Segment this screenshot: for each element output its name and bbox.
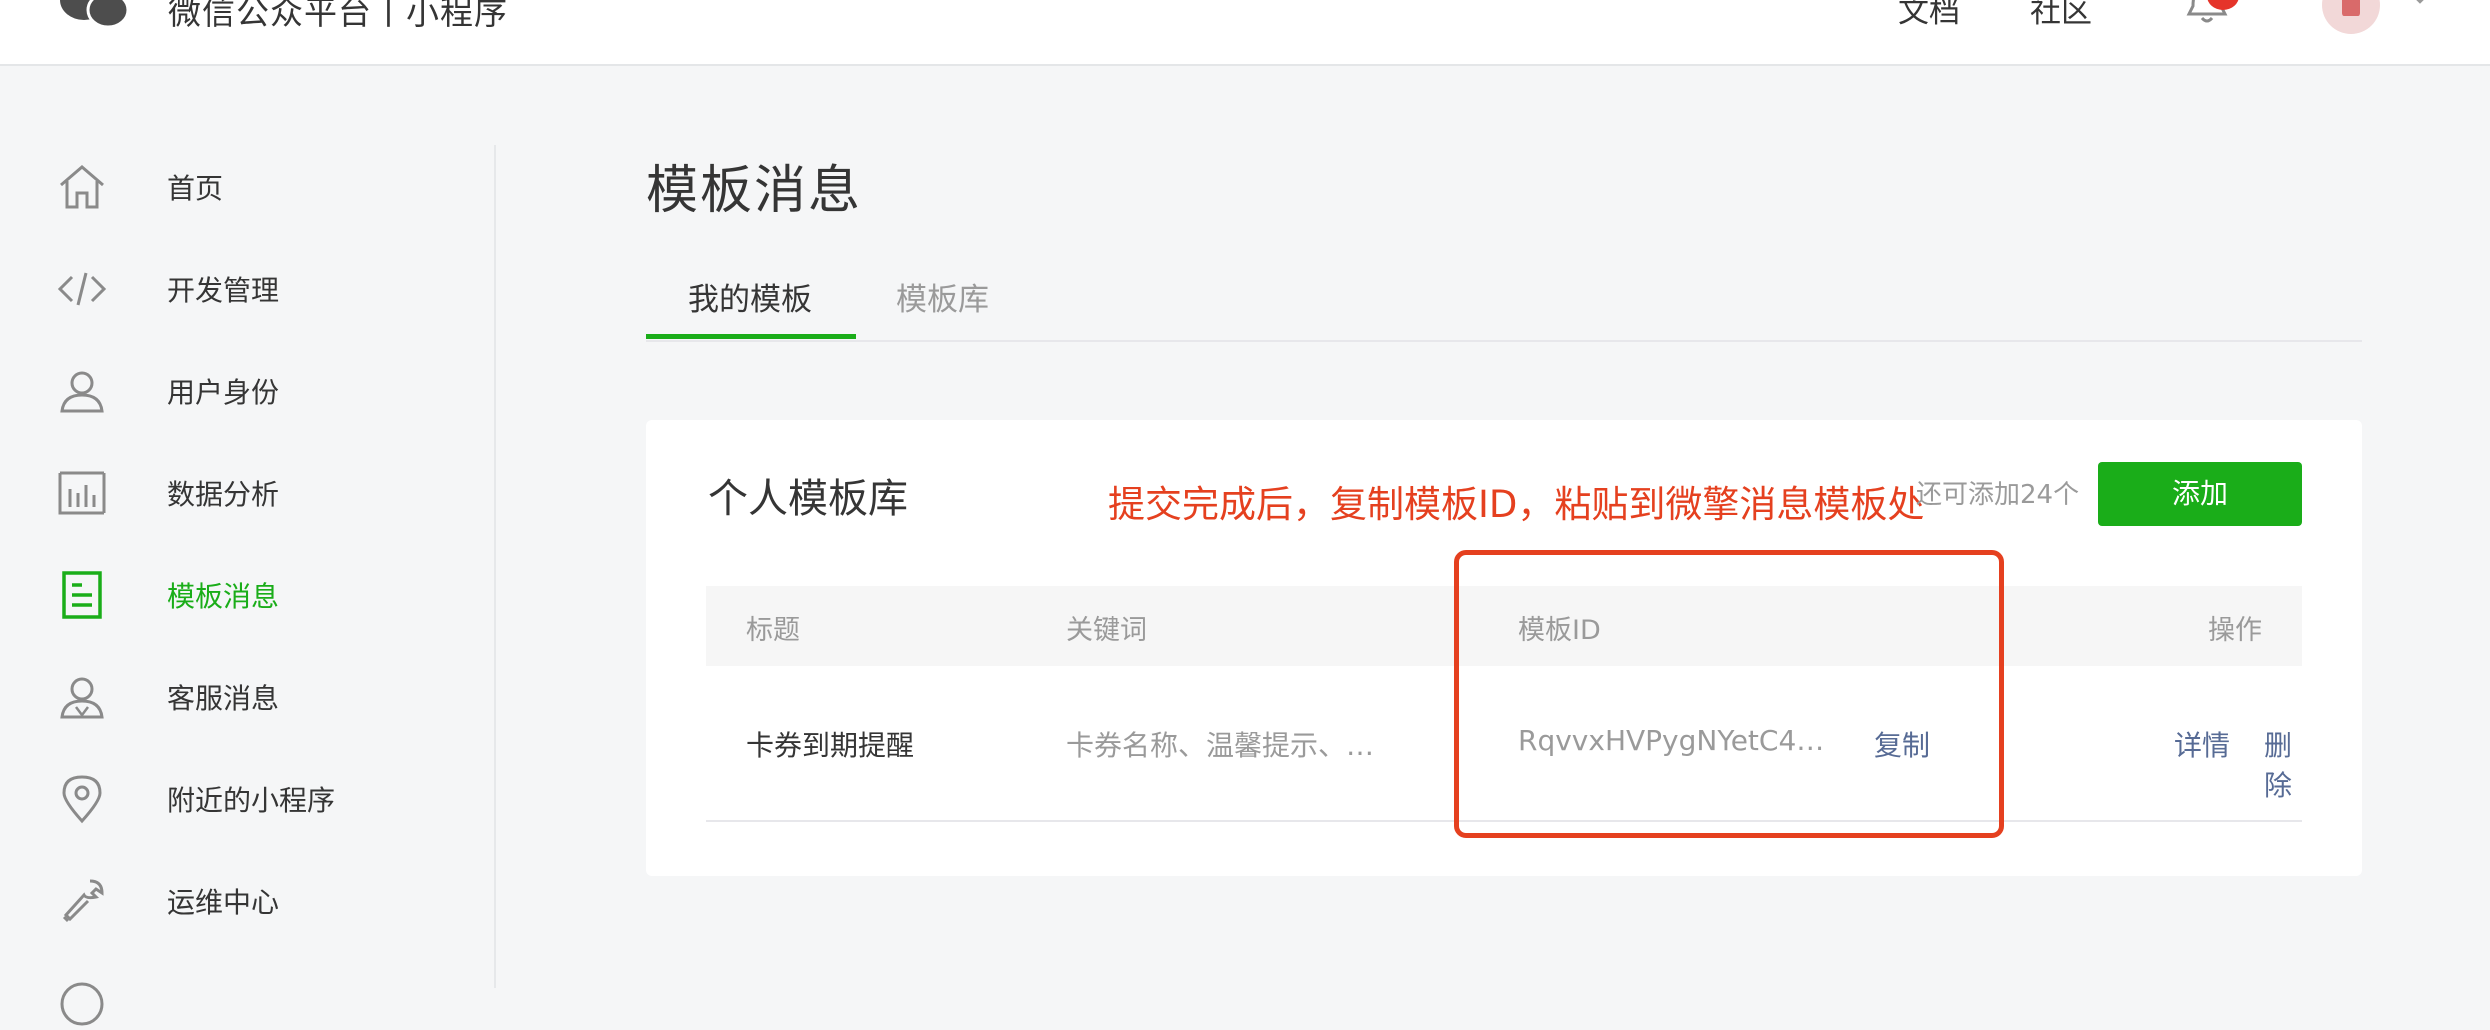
annotation-text: 提交完成后，复制模板ID，粘贴到微擎消息模板处 — [1108, 483, 1925, 526]
wrench-icon — [62, 879, 104, 923]
sidebar: 首页 开发管理 用户身份 数据分析 模板消息 客服消息 附近的小程序 运维中心 — [0, 64, 496, 1026]
top-bar: 微信公众平台丨小程序 文档 社区 — [0, 0, 2490, 66]
detail-link[interactable]: 详情 — [2174, 724, 2230, 764]
home-icon — [60, 165, 104, 209]
sidebar-item-customer-service[interactable]: 客服消息 — [0, 655, 480, 735]
customer-service-icon — [60, 677, 104, 719]
user-icon — [60, 371, 104, 413]
tab-my-templates[interactable]: 我的模板 — [688, 274, 812, 319]
location-pin-icon — [62, 775, 102, 824]
header-title: 标题 — [746, 615, 800, 646]
partial-icon — [60, 982, 104, 1026]
sidebar-item-dev[interactable]: 开发管理 — [0, 247, 480, 327]
card-title: 个人模板库 — [708, 476, 908, 522]
annotation-highlight-box — [1454, 550, 2004, 838]
sidebar-item-ops[interactable]: 运维中心 — [0, 859, 480, 939]
sidebar-item-analytics[interactable]: 数据分析 — [0, 451, 480, 531]
sidebar-item-label: 模板消息 — [167, 580, 280, 613]
active-tab-indicator — [646, 334, 856, 339]
row-keywords: 卡券名称、温馨提示、… — [1066, 729, 1375, 762]
sidebar-item-home[interactable]: 首页 — [0, 145, 480, 225]
page-title: 模板消息 — [646, 161, 863, 221]
sidebar-divider — [494, 145, 496, 988]
sidebar-item-template-msg[interactable]: 模板消息 — [0, 553, 480, 633]
sidebar-item-label: 运维中心 — [167, 886, 280, 919]
tab-template-library[interactable]: 模板库 — [896, 274, 989, 319]
avatar-figure — [2342, 0, 2360, 16]
wechat-logo[interactable] — [58, 0, 130, 28]
add-button[interactable]: 添加 — [2098, 462, 2302, 526]
sidebar-item-label: 客服消息 — [167, 682, 280, 715]
docs-link[interactable]: 文档 — [1898, 0, 1960, 31]
sidebar-item-label: 附近的小程序 — [167, 784, 336, 817]
community-link[interactable]: 社区 — [2030, 0, 2092, 31]
avatar[interactable] — [2322, 0, 2380, 34]
sidebar-item-label: 首页 — [167, 172, 224, 205]
app-title: 微信公众平台丨小程序 — [168, 0, 508, 32]
row-title: 卡券到期提醒 — [746, 729, 915, 762]
document-icon — [62, 571, 102, 619]
sidebar-item-label: 数据分析 — [167, 478, 280, 511]
tab-bar: 我的模板 模板库 — [646, 270, 2362, 342]
remaining-count: 还可添加24个 — [1916, 480, 2080, 510]
header-keywords: 关键词 — [1066, 615, 1147, 646]
delete-link[interactable]: 删除 — [2264, 724, 2302, 804]
code-icon — [57, 272, 107, 306]
header-actions: 操作 — [2208, 615, 2262, 646]
chevron-down-icon[interactable] — [2408, 0, 2432, 10]
sidebar-item-label: 用户身份 — [167, 376, 280, 409]
sidebar-item-user-identity[interactable]: 用户身份 — [0, 349, 480, 429]
sidebar-item-label: 开发管理 — [167, 274, 280, 307]
bar-chart-icon — [58, 471, 106, 515]
sidebar-item-nearby[interactable]: 附近的小程序 — [0, 757, 480, 837]
